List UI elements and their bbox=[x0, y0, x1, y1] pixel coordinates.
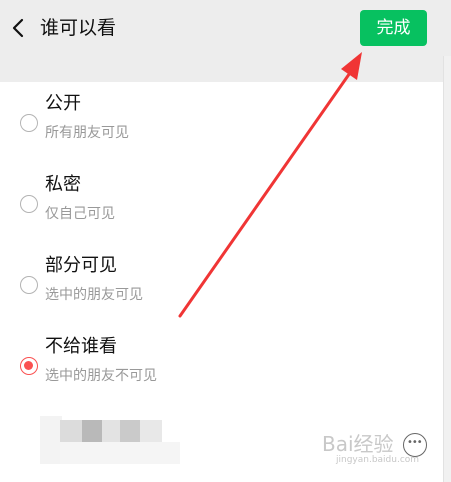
annotation-arrow bbox=[178, 52, 362, 318]
